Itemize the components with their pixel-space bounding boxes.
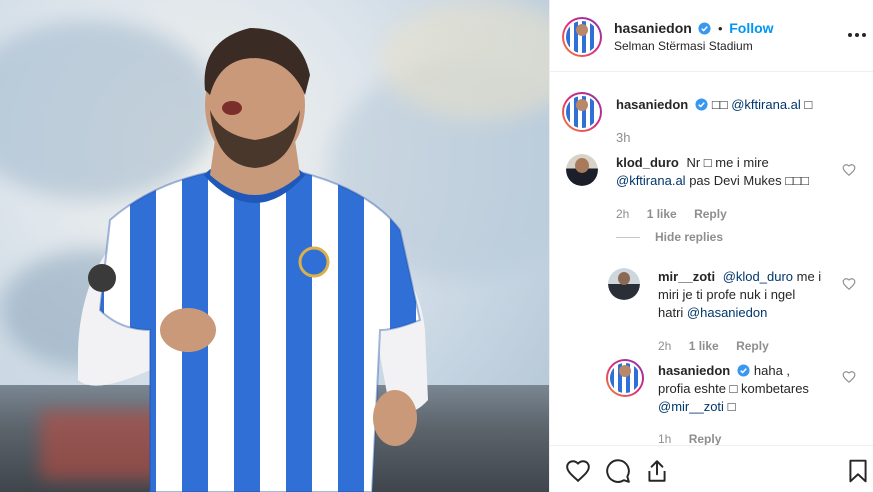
caption-text: □ [804,97,813,112]
more-icon[interactable] [848,26,866,44]
comment-meta: 2h 1 like Reply [616,207,727,221]
hide-replies-button[interactable]: Hide replies [655,230,723,244]
reply-time[interactable]: 1h [658,432,671,446]
post-header: hasaniedon • Follow Selman Stërmasi Stad… [550,0,873,72]
reply-mention-link[interactable]: @mir__zoti [658,399,724,414]
reply-avatar[interactable] [606,359,644,397]
verified-badge-icon [698,22,711,35]
reply-meta: 1h Reply [658,432,721,446]
heart-icon[interactable] [565,458,591,484]
reply-like-heart-icon[interactable] [842,277,856,291]
reply-reply-button[interactable]: Reply [689,432,722,446]
comment-icon[interactable] [605,458,631,484]
verified-badge-icon [737,364,750,377]
comment-username[interactable]: klod_duro [616,155,679,170]
comment-text: pas Devi Mukes □□□ [689,173,809,188]
verified-badge-icon [695,98,708,111]
reply-text: miri je ti profe nuk i ngel [658,287,796,302]
reply-text: me i [796,269,822,284]
comment-text: Nr □ me i mire [686,155,769,170]
caption-text: □□ [711,97,728,112]
reply-item: hasaniedon haha , profia eshte □ kombeta… [658,362,838,416]
reply-username[interactable]: hasaniedon [658,363,730,378]
reply-username[interactable]: mir__zoti [658,269,715,284]
comment-reply-button[interactable]: Reply [694,207,727,221]
reply-mention-link[interactable]: @hasaniedon [687,305,767,320]
commenter-avatar[interactable] [566,154,598,186]
reply-reply-button[interactable]: Reply [736,339,769,353]
caption-time[interactable]: 3h [616,130,630,145]
reply-likes[interactable]: 1 like [689,339,719,353]
reply-time[interactable]: 2h [658,339,671,353]
player-figure [78,28,428,492]
separator: • [718,21,723,36]
caption-mention-link[interactable]: @kftirana.al [731,97,801,112]
reply-text: haha , [753,363,791,378]
comment-mention-link[interactable]: @kftirana.al [616,173,686,188]
comment-like-heart-icon[interactable] [842,163,856,177]
caption-avatar[interactable] [562,92,602,132]
comment-likes[interactable]: 1 like [647,207,677,221]
replies-divider [616,237,640,238]
reply-text: hatri [658,305,684,320]
reply-avatar[interactable] [608,268,640,300]
post-action-bar [550,445,873,492]
reply-mention-link[interactable]: @klod_duro [723,269,793,284]
follow-button[interactable]: Follow [729,20,773,36]
author-username[interactable]: hasaniedon [614,20,692,36]
reply-text: profia eshte □ kombetares [658,381,809,396]
reply-meta: 2h 1 like Reply [658,339,769,353]
reply-like-heart-icon[interactable] [842,370,856,384]
caption: hasaniedon □□ @kftirana.al □ [616,96,856,114]
caption-username[interactable]: hasaniedon [616,97,688,112]
comment-item: klod_duro Nr □ me i mire @kftirana.al pa… [616,154,836,190]
bookmark-icon[interactable] [845,458,871,484]
post-photo[interactable] [0,0,549,492]
post-detail-panel: hasaniedon • Follow Selman Stërmasi Stad… [549,0,873,492]
share-icon[interactable] [644,458,670,484]
author-avatar[interactable] [562,17,602,57]
comment-time[interactable]: 2h [616,207,629,221]
author-line: hasaniedon • Follow [614,20,774,36]
reply-item: mir__zoti @klod_duro me i miri je ti pro… [658,268,838,322]
post-location[interactable]: Selman Stërmasi Stadium [614,39,753,53]
reply-text: □ [727,399,736,414]
